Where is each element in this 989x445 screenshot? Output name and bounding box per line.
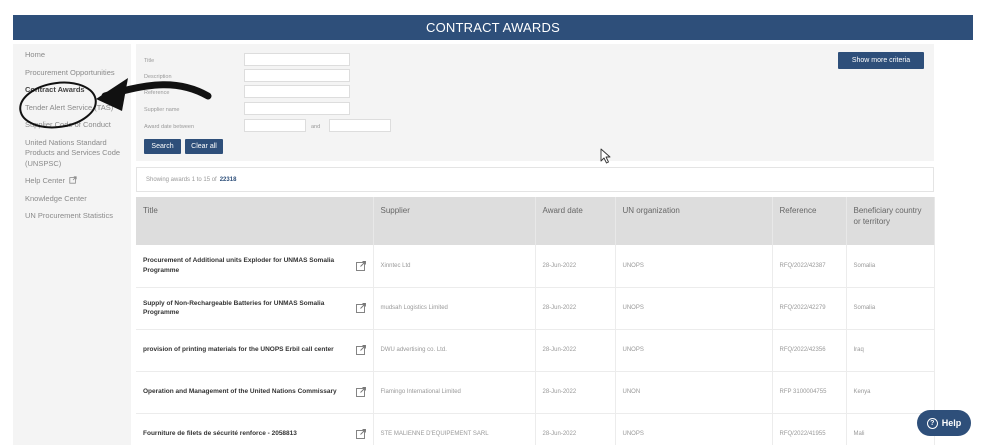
award-title[interactable]: Supply of Non-Rechargeable Batteries for… (143, 300, 324, 317)
un-organization-cell: UNON (615, 371, 773, 414)
award-title-cell[interactable]: Operation and Management of the United N… (136, 371, 374, 414)
column-header-supplier[interactable]: Supplier (373, 197, 536, 245)
description-input[interactable] (244, 69, 350, 82)
page-title: CONTRACT AWARDS (426, 20, 560, 35)
search-button[interactable]: Search (144, 139, 181, 154)
sidebar-item-label: Help Center (25, 176, 66, 185)
sidebar-item-help-center[interactable]: Help Center (25, 176, 130, 187)
title-label: Title (144, 58, 155, 64)
help-button[interactable]: ? Help (917, 410, 971, 436)
sidebar-item-home[interactable]: Home (25, 50, 130, 61)
award-date-cell: 28-Jun-2022 (535, 329, 616, 372)
search-criteria-panel: Title Description Reference Supplier nam… (136, 44, 934, 161)
open-in-new-icon[interactable] (355, 345, 366, 355)
supplier-cell: Flamingo International Limited (373, 371, 536, 414)
supplier-name-label: Supplier name (144, 107, 180, 113)
sidebar-item-statistics[interactable]: UN Procurement Statistics (25, 211, 130, 222)
award-title[interactable]: Procurement of Additional units Exploder… (143, 257, 334, 274)
un-organization-cell: UNOPS (615, 245, 773, 288)
reference-cell: RFQ/2022/42279 (772, 287, 847, 330)
award-title-cell[interactable]: Fourniture de filets de sécurité renforc… (136, 413, 374, 445)
beneficiary-cell: Iraq (846, 329, 935, 372)
table-header-row: Title Supplier Award date UN organizatio… (136, 197, 935, 245)
show-more-criteria-button[interactable]: Show more criteria (838, 52, 924, 69)
mouse-cursor-icon (600, 148, 611, 164)
column-header-award-date[interactable]: Award date (535, 197, 616, 245)
reference-input[interactable] (244, 85, 350, 98)
award-title[interactable]: provision of printing materials for the … (143, 346, 334, 353)
table-row[interactable]: Supply of Non-Rechargeable Batteries for… (136, 287, 935, 330)
sidebar-item-contract-awards[interactable]: Contract Awards (25, 85, 130, 96)
main-content: Title Description Reference Supplier nam… (136, 44, 940, 445)
award-title-cell[interactable]: provision of printing materials for the … (136, 329, 374, 372)
column-header-beneficiary[interactable]: Beneficiary country or territory (846, 197, 935, 245)
page-banner: CONTRACT AWARDS (13, 15, 973, 40)
supplier-cell: Xinntec Ltd (373, 245, 536, 288)
column-header-title[interactable]: Title (136, 197, 374, 245)
description-label: Description (144, 74, 172, 80)
award-date-cell: 28-Jun-2022 (535, 287, 616, 330)
award-date-label: Award date between (144, 124, 195, 130)
reference-cell: RFQ/2022/42387 (772, 245, 847, 288)
un-organization-cell: UNOPS (615, 413, 773, 445)
reference-cell: RFQ/2022/42356 (772, 329, 847, 372)
award-date-cell: 28-Jun-2022 (535, 371, 616, 414)
column-header-reference[interactable]: Reference (772, 197, 847, 245)
column-header-un-organization[interactable]: UN organization (615, 197, 773, 245)
reference-cell: RFQ/2022/41955 (772, 413, 847, 445)
results-summary: Showing awards 1 to 15 of 22318 (136, 167, 934, 192)
clear-all-button[interactable]: Clear all (185, 139, 223, 154)
award-title[interactable]: Fourniture de filets de sécurité renforc… (143, 430, 297, 437)
supplier-name-input[interactable] (244, 102, 350, 115)
un-organization-cell: UNOPS (615, 287, 773, 330)
results-total: 22318 (219, 176, 237, 183)
award-date-cell: 28-Jun-2022 (535, 245, 616, 288)
award-title-cell[interactable]: Procurement of Additional units Exploder… (136, 245, 374, 288)
un-organization-cell: UNOPS (615, 329, 773, 372)
table-row[interactable]: Fourniture de filets de sécurité renforc… (136, 413, 935, 445)
supplier-cell: STE MALIENNE D'EQUIPEMENT SARL (373, 413, 536, 445)
question-icon: ? (926, 417, 938, 429)
open-in-new-icon[interactable] (355, 303, 366, 313)
open-in-new-icon[interactable] (355, 260, 366, 271)
award-title-cell[interactable]: Supply of Non-Rechargeable Batteries for… (136, 287, 374, 330)
supplier-cell: DWU advertising co. Ltd. (373, 329, 536, 372)
help-label: Help (941, 418, 962, 428)
beneficiary-cell: Somalia (846, 287, 935, 330)
reference-label: Reference (144, 90, 170, 96)
table-row[interactable]: provision of printing materials for the … (136, 329, 935, 372)
beneficiary-cell: Kenya (846, 371, 935, 414)
table-row[interactable]: Procurement of Additional units Exploder… (136, 245, 935, 288)
results-summary-text: Showing awards 1 to 15 of (146, 176, 217, 183)
sidebar-item-tender-alert-service[interactable]: Tender Alert Service (TAS) (25, 103, 130, 114)
award-title[interactable]: Operation and Management of the United N… (143, 388, 337, 395)
awards-table: Title Supplier Award date UN organizatio… (136, 197, 935, 445)
open-in-new-icon[interactable] (355, 387, 366, 397)
table-row[interactable]: Operation and Management of the United N… (136, 371, 935, 414)
and-label: and (311, 124, 321, 130)
supplier-cell: mudsah Logistics Limited (373, 287, 536, 330)
beneficiary-cell: Somalia (846, 245, 935, 288)
reference-cell: RFP 3100004755 (772, 371, 847, 414)
sidebar-item-knowledge-center[interactable]: Knowledge Center (25, 194, 130, 205)
award-date-to-input[interactable] (329, 119, 391, 132)
external-link-icon (69, 176, 77, 184)
sidebar-item-supplier-code[interactable]: Supplier Code of Conduct (25, 120, 130, 131)
sidebar-item-unspsc[interactable]: United Nations Standard Products and Ser… (25, 138, 130, 170)
sidebar-item-procurement-opportunities[interactable]: Procurement Opportunities (25, 68, 130, 79)
award-date-cell: 28-Jun-2022 (535, 413, 616, 445)
sidebar: Home Procurement Opportunities Contract … (13, 44, 131, 445)
title-input[interactable] (244, 53, 350, 66)
award-date-from-input[interactable] (244, 119, 306, 132)
open-in-new-icon[interactable] (355, 429, 366, 439)
